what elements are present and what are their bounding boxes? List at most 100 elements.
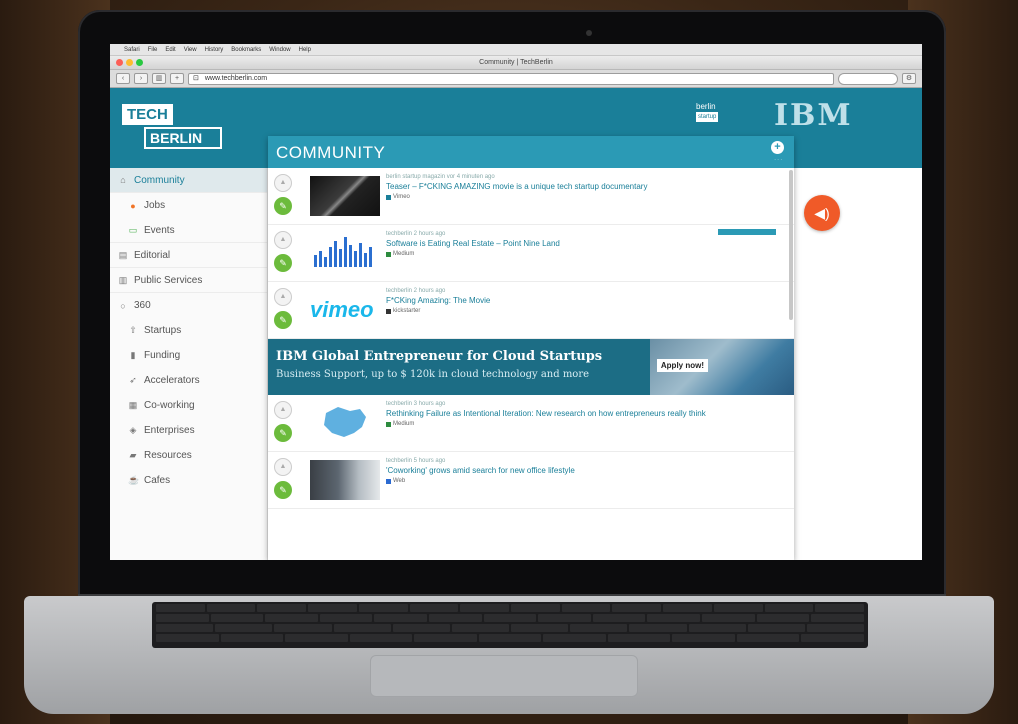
feed-title-link[interactable]: 'Coworking' grows amid search for new of… (386, 466, 774, 476)
address-bar[interactable]: ⊡ www.techberlin.com (188, 72, 834, 85)
comment-icon[interactable]: ✎ (274, 254, 292, 272)
sidebar-item-public-services[interactable]: ▥ Public Services (110, 268, 267, 293)
feed-author[interactable]: berlin startup magazin vor 4 minuten ago (386, 174, 774, 180)
menu-window[interactable]: Window (269, 47, 290, 53)
vote-controls: ▲ ✎ (274, 401, 294, 442)
search-field[interactable] (838, 72, 898, 85)
close-window-icon[interactable] (116, 59, 123, 66)
feed-source: Vimeo (386, 194, 774, 200)
sidebar-item-label: Resources (144, 450, 192, 461)
logo-berlin: BERLIN (144, 127, 222, 149)
back-button[interactable]: ‹ (116, 73, 130, 84)
add-post-button[interactable]: + (771, 141, 784, 154)
menu-help[interactable]: Help (299, 47, 311, 53)
minimize-window-icon[interactable] (126, 59, 133, 66)
sidebar-item-resources[interactable]: ▰ Resources (110, 443, 267, 468)
megaphone-button[interactable]: ◀) (804, 195, 840, 231)
sidebar-item-label: Jobs (144, 200, 166, 211)
settings-button[interactable]: ⚙ (902, 73, 916, 84)
address-text: www.techberlin.com (204, 74, 268, 82)
sidebar-item-label: Startups (144, 325, 182, 336)
feed-item[interactable]: ▲ ✎ techberlin 5 hours ago 'Coworking' g… (268, 452, 794, 509)
sidebar-item-label: Enterprises (144, 425, 195, 436)
menu-edit[interactable]: Edit (165, 47, 175, 53)
feed-author[interactable]: techberlin 5 hours ago (386, 458, 774, 464)
menu-safari[interactable]: Safari (124, 47, 140, 53)
feed-author[interactable]: techberlin 3 hours ago (386, 401, 774, 407)
feed-item[interactable]: ▲ ✎ techberlin 2 hours ago Software is E… (268, 225, 794, 282)
feed-entry: techberlin 2 hours ago Software is Eatin… (386, 231, 774, 257)
enterprise-icon: ◈ (129, 425, 137, 435)
feed-title-link[interactable]: Teaser – F*CKING AMAZING movie is a uniq… (386, 182, 774, 192)
feed-item[interactable]: ▲ ✎ techberlin 3 hours ago Rethinking Fa… (268, 395, 794, 452)
building-icon: ▥ (118, 274, 128, 285)
feed-item[interactable]: ▲ ✎ berlin startup magazin vor 4 minuten… (268, 168, 794, 225)
upvote-button[interactable]: ▲ (274, 174, 292, 192)
feed-title-link[interactable]: Software is Eating Real Estate – Point N… (386, 239, 774, 249)
sidebar-item-events[interactable]: ▭ Events (110, 218, 267, 243)
comment-icon[interactable]: ✎ (274, 481, 292, 499)
menu-bookmarks[interactable]: Bookmarks (231, 47, 261, 53)
menu-history[interactable]: History (205, 47, 224, 53)
feed-author[interactable]: techberlin 2 hours ago (386, 231, 774, 237)
menu-view[interactable]: View (184, 47, 197, 53)
comment-icon[interactable]: ✎ (274, 311, 292, 329)
upvote-button[interactable]: ▲ (274, 401, 292, 419)
feed-title-link[interactable]: F*CKing Amazing: The Movie (386, 296, 774, 306)
sidebar-item-label: Public Services (134, 274, 203, 286)
sidebar: ⌂ Community ● Jobs ▭ Events ▤ Editorial … (110, 168, 268, 560)
feed-author[interactable]: techberlin 2 hours ago (386, 288, 774, 294)
comment-icon[interactable]: ✎ (274, 197, 292, 215)
share-button[interactable]: + (170, 73, 184, 84)
upvote-button[interactable]: ▲ (274, 288, 292, 306)
map-graphic (324, 407, 366, 437)
feed-thumbnail[interactable] (310, 233, 380, 273)
partner-logo[interactable]: berlin startup (696, 102, 719, 122)
comment-icon[interactable]: ✎ (274, 424, 292, 442)
bar-thumbnail-graphic (314, 237, 372, 267)
forward-button[interactable]: › (134, 73, 148, 84)
web-page: TECH BERLIN berlin startup IBM ⌂ Communi… (110, 88, 922, 560)
panel-sort-links[interactable]: · · · (774, 157, 782, 163)
sidebar-item-startups[interactable]: ⇧ Startups (110, 318, 267, 343)
sidebar-item-community[interactable]: ⌂ Community (110, 168, 267, 193)
feed-thumbnail[interactable] (310, 176, 380, 216)
sidebar-item-enterprises[interactable]: ◈ Enterprises (110, 418, 267, 443)
trackpad[interactable] (370, 655, 638, 697)
jobs-icon: ● (130, 200, 136, 211)
source-icon (386, 308, 391, 314)
sidebar-item-accelerators[interactable]: ➶ Accelerators (110, 368, 267, 393)
ibm-promo-banner[interactable]: IBM Global Entrepreneur for Cloud Startu… (268, 339, 794, 395)
partner-line-1: berlin (696, 102, 716, 111)
sidebar-item-jobs[interactable]: ● Jobs (110, 193, 267, 218)
sidebar-item-label: Accelerators (144, 375, 200, 386)
vimeo-thumbnail[interactable]: vimeo (310, 290, 380, 330)
sidebar-item-editorial[interactable]: ▤ Editorial (110, 243, 267, 268)
feed-item[interactable]: ▲ ✎ vimeo techberlin 2 hours ago F*CKing… (268, 282, 794, 339)
sidebar-item-coworking[interactable]: ▦ Co-working (110, 393, 267, 418)
mac-menubar: Safari File Edit View History Bookmarks … (110, 44, 922, 56)
source-icon (386, 251, 391, 257)
feed-source-name: Vimeo (393, 194, 410, 200)
browser-toolbar: ‹ › ▥ + ⊡ www.techberlin.com ⚙ (110, 70, 922, 88)
feed-title-link[interactable]: Rethinking Failure as Intentional Iterat… (386, 409, 774, 419)
upvote-button[interactable]: ▲ (274, 458, 292, 476)
calendar-icon: ▭ (128, 224, 138, 235)
panel-scrollbar[interactable] (789, 170, 793, 320)
vote-controls: ▲ ✎ (274, 174, 294, 215)
laptop-screen: Safari File Edit View History Bookmarks … (110, 44, 922, 560)
zoom-window-icon[interactable] (136, 59, 143, 66)
upvote-button[interactable]: ▲ (274, 231, 292, 249)
techberlin-logo[interactable]: TECH BERLIN (122, 104, 222, 149)
vote-controls: ▲ ✎ (274, 458, 294, 499)
menu-file[interactable]: File (148, 47, 158, 53)
sidebar-toggle-button[interactable]: ▥ (152, 73, 166, 84)
apply-now-button[interactable]: Apply now! (656, 359, 708, 372)
ibm-logo[interactable]: IBM (774, 98, 853, 133)
sidebar-item-360[interactable]: ○ 360 (110, 293, 267, 318)
sidebar-item-cafes[interactable]: ☕ Cafes (110, 468, 267, 493)
feed-thumbnail[interactable] (310, 460, 380, 500)
map-thumbnail[interactable] (310, 403, 380, 443)
sidebar-item-funding[interactable]: ▮ Funding (110, 343, 267, 368)
banner-subtitle: Business Support, up to $ 120k in cloud … (276, 369, 590, 380)
